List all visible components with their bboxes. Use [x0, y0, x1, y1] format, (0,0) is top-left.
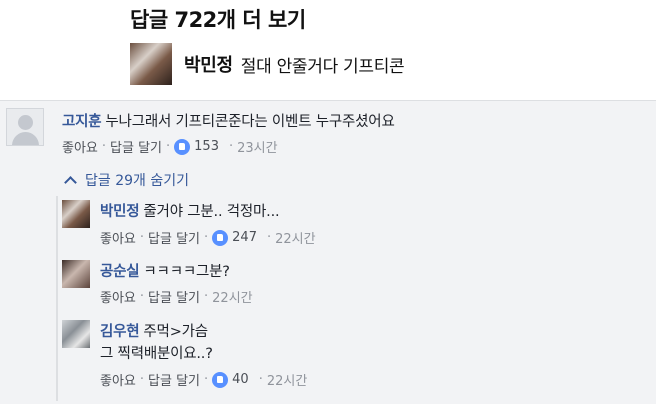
parent-comment-header: 답글 722개 더 보기 박민정 절대 안줄거다 기프티콘 [0, 0, 656, 100]
thumbs-up-icon [174, 138, 191, 155]
timestamp[interactable]: 22시간 [267, 370, 307, 389]
like-link[interactable]: 좋아요 [100, 370, 136, 389]
avatar[interactable] [62, 260, 90, 288]
author-name[interactable]: 박민정 [100, 204, 140, 220]
reply-text-line2: 그 찍력배분이요..? [100, 346, 213, 362]
reply: 공순실 ㅋㅋㅋㅋ그분? [100, 260, 230, 281]
chevron-up-icon [64, 175, 77, 189]
reply-actions: 좋아요 · 답글 달기 · 247 · 22시간 [100, 228, 316, 247]
author-name[interactable]: 박민정 [184, 51, 233, 77]
reply-actions: 좋아요 · 답글 달기 · 40 · 22시간 [100, 370, 308, 389]
reply-link[interactable]: 답글 달기 [148, 228, 200, 247]
like-count[interactable]: 247 [232, 230, 257, 245]
like-link[interactable]: 좋아요 [100, 287, 136, 306]
avatar[interactable] [62, 320, 90, 348]
thread-divider [56, 196, 58, 401]
reply-text: 줄거야 그분.. 걱정마... [143, 204, 280, 220]
author-name[interactable]: 고지훈 [62, 114, 102, 130]
avatar[interactable] [62, 200, 90, 228]
thumbs-up-icon [212, 229, 229, 246]
hide-replies-toggle[interactable]: 답글 29개 숨기기 [62, 170, 189, 190]
timestamp[interactable]: 22시간 [275, 228, 315, 247]
reply-actions: 좋아요 · 답글 달기 · 22시간 [100, 287, 253, 306]
like-count[interactable]: 40 [232, 372, 249, 387]
reply-link[interactable]: 답글 달기 [148, 287, 200, 306]
timestamp[interactable]: 22시간 [212, 287, 252, 306]
comment-text: 절대 안줄거다 기프티콘 [240, 56, 405, 77]
comment-actions: 좋아요 · 답글 달기 · 153 · 23시간 [62, 137, 278, 156]
reply-text: 주먹>가슴 [143, 324, 208, 340]
author-name[interactable]: 김우현 [100, 324, 140, 340]
reply: 박민정 줄거야 그분.. 걱정마... [100, 200, 280, 221]
reply-link[interactable]: 답글 달기 [148, 370, 200, 389]
more-replies-link[interactable]: 답글 722개 더 보기 [130, 4, 306, 34]
author-name[interactable]: 공순실 [100, 264, 140, 280]
reply-text: ㅋㅋㅋㅋ그분? [143, 264, 230, 280]
default-avatar-icon[interactable] [6, 108, 44, 146]
comment-text: 누나그래서 기프티콘준다는 이벤트 누구주셨어요 [105, 114, 395, 130]
like-link[interactable]: 좋아요 [100, 228, 136, 247]
avatar[interactable] [130, 43, 172, 85]
parent-comment: 박민정 절대 안줄거다 기프티콘 [130, 40, 405, 88]
comment: 고지훈 누나그래서 기프티콘준다는 이벤트 누구주셨어요 [62, 110, 395, 131]
reply: 김우현 주먹>가슴 [100, 320, 208, 341]
thumbs-up-icon [212, 371, 229, 388]
timestamp[interactable]: 23시간 [237, 137, 277, 156]
reply-link[interactable]: 답글 달기 [110, 137, 162, 156]
like-count[interactable]: 153 [194, 139, 219, 154]
toggle-label: 답글 29개 숨기기 [85, 173, 189, 189]
like-link[interactable]: 좋아요 [62, 137, 98, 156]
